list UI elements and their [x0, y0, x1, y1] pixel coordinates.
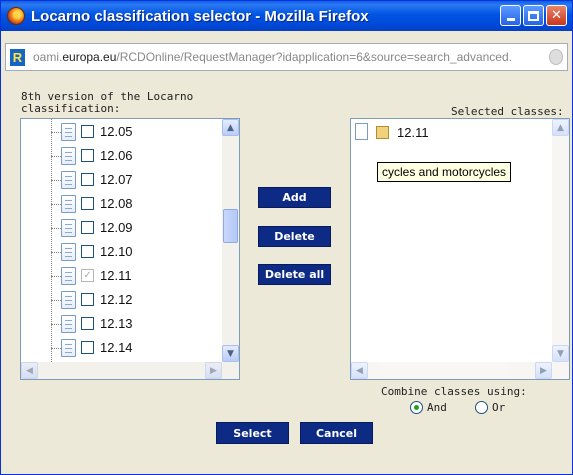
document-icon	[355, 123, 368, 140]
combine-label: Combine classes using:	[381, 385, 527, 398]
scroll-right-icon[interactable]: ▶	[205, 362, 222, 379]
tree-item[interactable]: 12.08	[21, 193, 221, 215]
locarno-tree-list[interactable]: 12.05 12.06 12.07 12.08 12.09 12.10 ✓ 12.11 12.1…	[20, 118, 240, 380]
tree-item-checkbox[interactable]	[81, 197, 94, 210]
tree-item[interactable]: 12.14	[21, 337, 221, 359]
delete-all-button[interactable]: Delete all	[258, 264, 331, 285]
maximize-icon	[528, 10, 539, 21]
tree-item-code: 12.05	[100, 124, 133, 139]
tree-item-checkbox[interactable]	[81, 221, 94, 234]
tree-item-code: 12.09	[100, 220, 133, 235]
left-panel-caption: 8th version of the Locarno classificatio…	[21, 90, 194, 115]
combine-or-option[interactable]: Or	[475, 401, 505, 414]
and-label: And	[427, 401, 447, 414]
tree-item-checkbox[interactable]	[81, 125, 94, 138]
right-vertical-scrollbar[interactable]: ▲ ▼	[552, 119, 569, 362]
tree-item[interactable]: 12.06	[21, 145, 221, 167]
document-icon	[61, 171, 76, 189]
close-icon: ✕	[551, 8, 562, 23]
scroll-left-icon[interactable]: ◀	[351, 362, 368, 379]
selected-item-checkbox[interactable]	[376, 126, 389, 139]
document-icon	[61, 267, 76, 285]
tree-branch-line	[51, 300, 61, 301]
tree-item[interactable]: ✓ 12.11	[21, 265, 221, 287]
scroll-up-icon[interactable]: ▲	[222, 119, 239, 136]
tree-branch-line	[51, 348, 61, 349]
tree-item-code: 12.13	[100, 316, 133, 331]
right-panel-caption: Selected classes:	[451, 105, 564, 118]
tree-branch-line	[51, 324, 61, 325]
tree-item[interactable]: 12.10	[21, 241, 221, 263]
tree-branch-line	[51, 276, 61, 277]
selected-item-code: 12.11	[397, 125, 429, 140]
tree-item-code: 12.11	[100, 268, 132, 283]
url-text: oami.europa.eu/RCDOnline/RequestManager?…	[33, 50, 512, 64]
scroll-down-icon[interactable]: ▼	[552, 345, 569, 362]
tree-branch-line	[51, 132, 61, 133]
or-radio[interactable]	[475, 401, 488, 414]
site-favicon-icon: R	[10, 48, 25, 66]
delete-button[interactable]: Delete	[258, 226, 331, 247]
scroll-right-icon[interactable]: ▶	[535, 362, 552, 379]
document-icon	[61, 219, 76, 237]
cancel-button[interactable]: Cancel	[300, 422, 373, 444]
firefox-icon	[7, 7, 25, 25]
tree-item-checkbox[interactable]	[81, 317, 94, 330]
tree-item[interactable]: 12.13	[21, 313, 221, 335]
tree-branch-line	[51, 156, 61, 157]
minimize-icon	[506, 18, 515, 21]
tree-item-code: 12.06	[100, 148, 133, 163]
tree-item[interactable]: 12.12	[21, 289, 221, 311]
tree-item[interactable]: 12.07	[21, 169, 221, 191]
or-label: Or	[492, 401, 506, 414]
address-bar[interactable]: R oami.europa.eu/RCDOnline/RequestManage…	[5, 43, 568, 71]
add-button[interactable]: Add	[258, 187, 331, 208]
site-info-icon[interactable]	[549, 49, 563, 65]
title-bar[interactable]: Locarno classification selector - Mozill…	[1, 1, 572, 31]
tree-item-checkbox[interactable]	[81, 245, 94, 258]
minimize-button[interactable]	[500, 5, 521, 26]
tree-item-checkbox[interactable]	[81, 341, 94, 354]
selected-item[interactable]: 12.11	[351, 119, 551, 141]
tree-item-code: 12.14	[100, 340, 133, 355]
tree-branch-line	[51, 204, 61, 205]
left-vertical-scrollbar[interactable]: ▲ ▼	[222, 119, 239, 362]
document-icon	[61, 195, 76, 213]
tree-item-checkbox[interactable]: ✓	[81, 269, 94, 282]
tree-branch-line	[51, 252, 61, 253]
tree-item-code: 12.08	[100, 196, 133, 211]
tree-branch-line	[51, 228, 61, 229]
maximize-button[interactable]	[523, 5, 544, 26]
select-button[interactable]: Select	[216, 422, 289, 444]
document-icon	[61, 339, 76, 357]
popup-window: Locarno classification selector - Mozill…	[0, 0, 573, 475]
tree-branch-line	[51, 180, 61, 181]
document-icon	[61, 147, 76, 165]
document-icon	[61, 291, 76, 309]
combine-and-option[interactable]: And	[410, 401, 447, 414]
tree-item[interactable]: 12.09	[21, 217, 221, 239]
scroll-down-icon[interactable]: ▼	[222, 345, 239, 362]
tree-item-code: 12.07	[100, 172, 133, 187]
class-tooltip: cycles and motorcycles	[377, 162, 512, 182]
tree-item-checkbox[interactable]	[81, 173, 94, 186]
right-horizontal-scrollbar[interactable]: ◀ ▶	[351, 362, 569, 379]
window-title: Locarno classification selector - Mozill…	[31, 7, 369, 25]
left-horizontal-scrollbar[interactable]: ◀ ▶	[21, 362, 239, 379]
document-icon	[61, 243, 76, 261]
scroll-thumb[interactable]	[223, 209, 238, 243]
close-button[interactable]: ✕	[546, 5, 567, 26]
tree-item-checkbox[interactable]	[81, 293, 94, 306]
scroll-left-icon[interactable]: ◀	[21, 362, 38, 379]
tree-item-checkbox[interactable]	[81, 149, 94, 162]
tree-item-code: 12.12	[100, 292, 133, 307]
scroll-up-icon[interactable]: ▲	[552, 119, 569, 136]
document-icon	[61, 123, 76, 141]
document-icon	[61, 315, 76, 333]
and-radio[interactable]	[410, 401, 423, 414]
tree-item-code: 12.10	[100, 244, 133, 259]
tree-item[interactable]: 12.05	[21, 121, 221, 143]
selected-classes-list[interactable]: 12.11 ▲ ▼ ◀ ▶	[350, 118, 570, 380]
